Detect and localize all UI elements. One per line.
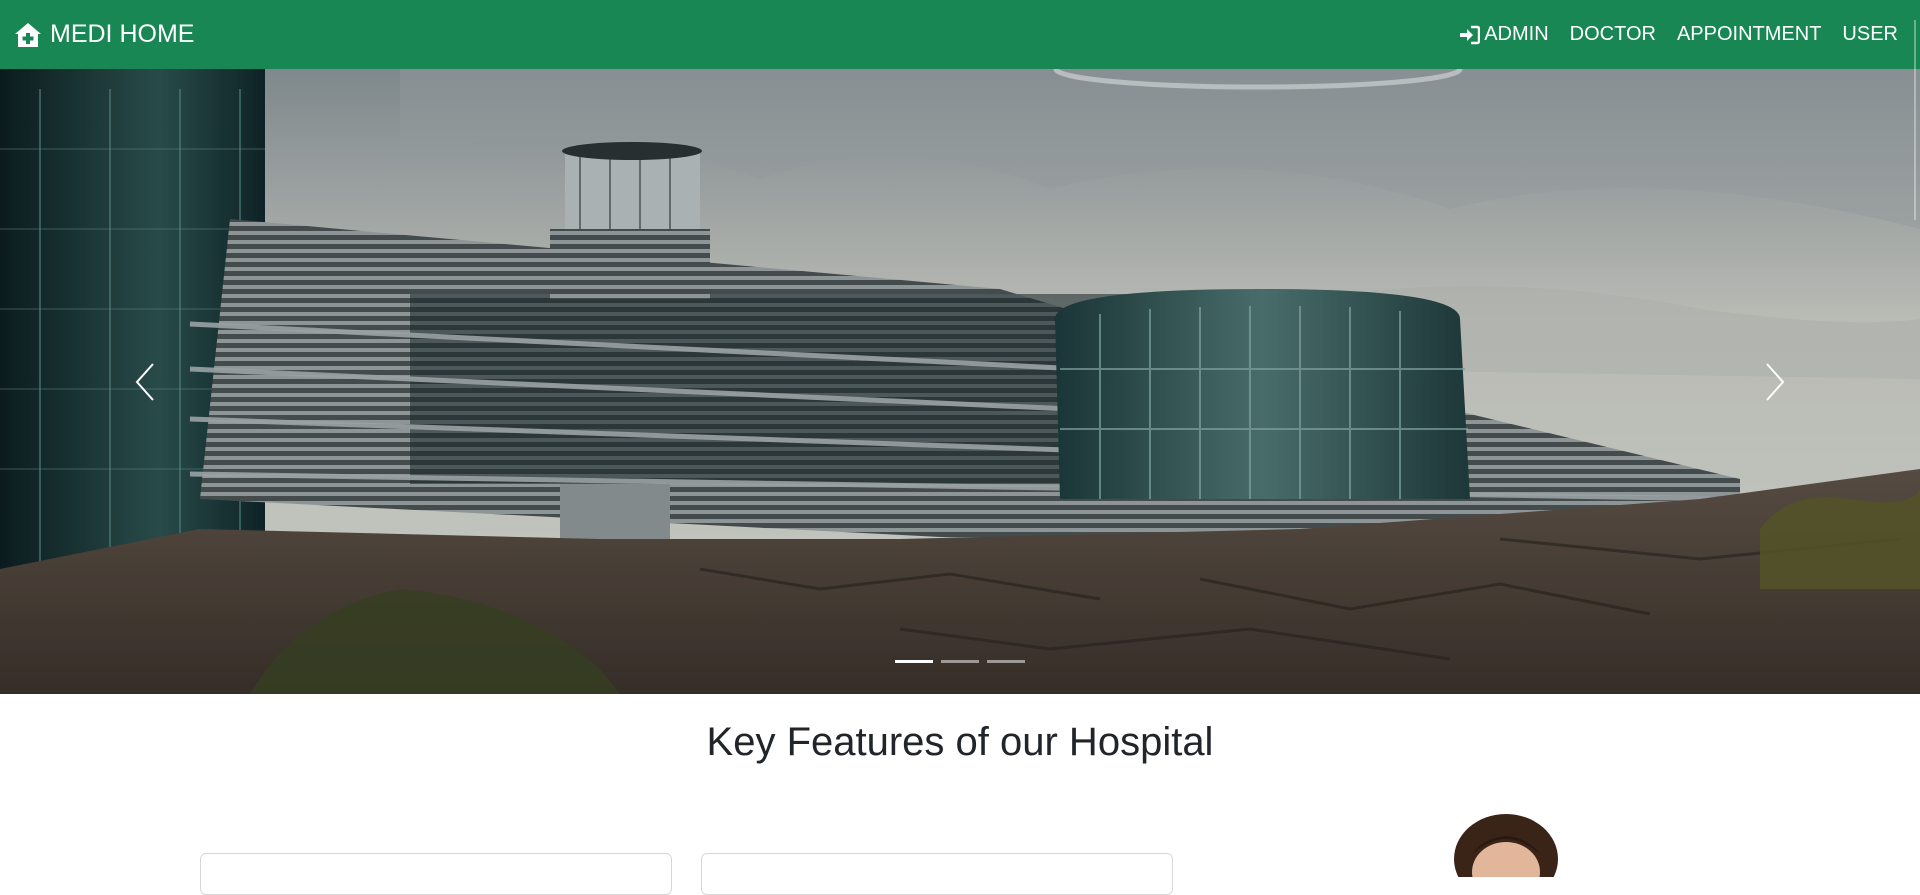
page-scrollbar[interactable] — [1903, 0, 1920, 877]
carousel-prev-button[interactable] — [0, 69, 290, 694]
doctor-photo — [1454, 814, 1558, 877]
chevron-left-icon — [135, 362, 154, 401]
brand-link[interactable]: MEDI HOME — [14, 20, 194, 49]
hero-carousel — [0, 69, 1920, 694]
scrollbar-thumb[interactable] — [1914, 20, 1916, 220]
nav-links: ADMIN DOCTOR APPOINTMENT USER — [1458, 23, 1898, 46]
nav-link-appointment[interactable]: APPOINTMENT — [1677, 23, 1821, 46]
carousel-indicator[interactable] — [895, 660, 933, 663]
chevron-right-icon — [1766, 362, 1785, 401]
feature-card — [701, 853, 1173, 895]
carousel-indicator[interactable] — [941, 660, 979, 663]
top-navbar: MEDI HOME ADMIN DOCTOR APPOINTMENT USER — [0, 0, 1920, 69]
features-heading: Key Features of our Hospital — [706, 720, 1214, 764]
nav-link-user[interactable]: USER — [1842, 23, 1898, 46]
house-medical-icon — [15, 22, 41, 47]
brand-label: MEDI HOME — [50, 20, 195, 48]
nav-link-admin-label: ADMIN — [1484, 23, 1549, 45]
carousel-next-button[interactable] — [1630, 69, 1920, 694]
nav-link-doctor-label: DOCTOR — [1569, 23, 1656, 45]
carousel-indicator[interactable] — [987, 660, 1025, 663]
carousel-indicators — [0, 660, 1920, 663]
nav-link-appointment-label: APPOINTMENT — [1676, 23, 1822, 45]
feature-card — [200, 853, 672, 895]
sign-in-icon — [1460, 25, 1481, 44]
nav-link-doctor[interactable]: DOCTOR — [1570, 23, 1656, 46]
nav-link-admin[interactable]: ADMIN — [1458, 23, 1549, 46]
nav-link-user-label: USER — [1842, 23, 1898, 45]
